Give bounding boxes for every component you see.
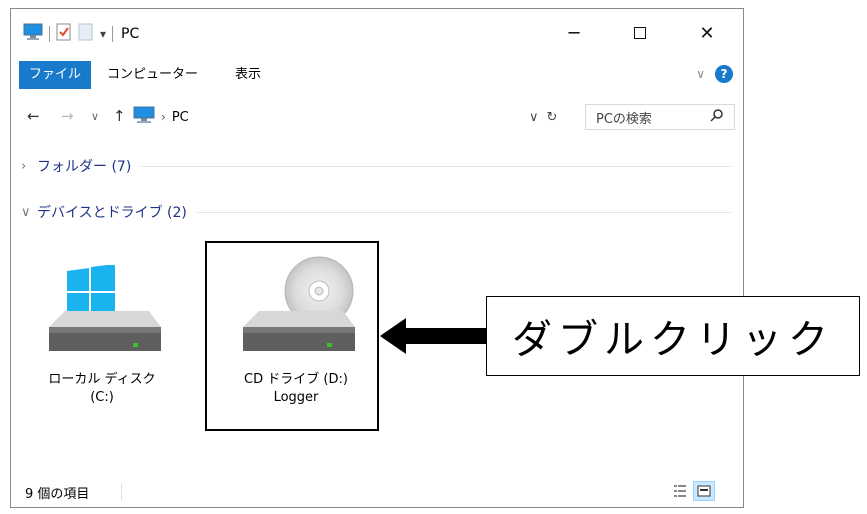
group-header-devices[interactable]: ∨ デバイスとドライブ (2)	[21, 201, 731, 223]
pc-icon	[133, 106, 155, 128]
close-button[interactable]: ✕	[689, 21, 725, 45]
properties-check-icon[interactable]	[56, 23, 72, 45]
up-arrow-icon[interactable]: ↑	[113, 107, 126, 125]
help-icon[interactable]: ?	[715, 65, 733, 83]
back-arrow-icon[interactable]: ←	[27, 107, 40, 125]
customize-toolbar-chevron-icon[interactable]: ▾	[100, 27, 106, 41]
search-input[interactable]: PCの検索	[585, 104, 735, 130]
search-icon[interactable]	[710, 108, 724, 126]
recent-locations-chevron-icon[interactable]: ∨	[91, 110, 99, 123]
group-header-folders[interactable]: › フォルダー (7)	[21, 155, 731, 177]
item-count: 9 個の項目	[25, 487, 90, 502]
title-bar: ▾ PC ─ ✕	[11, 9, 743, 57]
close-icon: ✕	[699, 22, 715, 44]
minimize-button[interactable]: ─	[556, 21, 592, 45]
explorer-window: ▾ PC ─ ✕ ファイル コンピューター 表示 ∨ ? ← → ∨ ↑ › P…	[10, 8, 744, 508]
quick-access-toolbar: ▾ PC	[23, 23, 139, 45]
address-bar: ← → ∨ ↑ › PC ∨ ↻ PCの検索	[11, 101, 743, 133]
group-divider	[196, 211, 731, 213]
annotation-arrow-icon	[380, 318, 486, 354]
ribbon-tabs: ファイル コンピューター 表示 ∨ ?	[11, 61, 743, 89]
chevron-right-icon: ›	[21, 158, 27, 174]
large-icons-view-icon[interactable]	[693, 481, 715, 501]
address-dropdown-chevron-icon[interactable]: ∨	[529, 110, 539, 125]
windows-drive-icon	[49, 264, 161, 351]
group-divider	[141, 165, 731, 167]
address-path[interactable]: › PC	[133, 104, 523, 130]
highlight-box	[205, 241, 379, 431]
tab-file[interactable]: ファイル	[19, 61, 92, 89]
new-folder-icon[interactable]	[78, 23, 94, 45]
status-separator	[121, 483, 122, 501]
forward-arrow-icon[interactable]: →	[61, 107, 74, 125]
expand-ribbon-chevron-icon[interactable]: ∨	[696, 67, 705, 81]
drive-item-local-disk[interactable]: ローカル ディスク (C:)	[17, 264, 187, 407]
tab-computer[interactable]: コンピューター	[97, 61, 208, 89]
drive-led	[133, 343, 138, 347]
drive-letter: (C:)	[90, 390, 114, 405]
address-controls: ∨ ↻	[529, 104, 557, 130]
group-label-folders: フォルダー (7)	[37, 159, 132, 175]
toolbar-separator	[49, 26, 50, 42]
window-title: PC	[121, 26, 140, 42]
drive-name: ローカル ディスク	[48, 372, 156, 387]
maximize-icon	[634, 23, 646, 44]
refresh-icon[interactable]: ↻	[547, 110, 558, 125]
pc-icon[interactable]	[23, 23, 43, 45]
annotation-text: ダブルクリック	[512, 317, 834, 363]
tab-view[interactable]: 表示	[225, 61, 271, 89]
breadcrumb-pc[interactable]: PC	[172, 110, 189, 125]
maximize-button[interactable]	[622, 21, 658, 45]
toolbar-separator	[112, 26, 114, 42]
details-view-icon[interactable]	[669, 481, 691, 501]
breadcrumb-separator-icon: ›	[161, 110, 166, 124]
ribbon-right-controls: ∨ ?	[696, 65, 733, 83]
group-label-devices: デバイスとドライブ (2)	[37, 205, 187, 221]
minimize-icon: ─	[568, 22, 580, 44]
status-bar: 9 個の項目	[11, 477, 743, 507]
annotation-callout: ダブルクリック	[486, 296, 860, 376]
search-placeholder: PCの検索	[596, 111, 652, 127]
chevron-down-icon: ∨	[21, 204, 31, 220]
